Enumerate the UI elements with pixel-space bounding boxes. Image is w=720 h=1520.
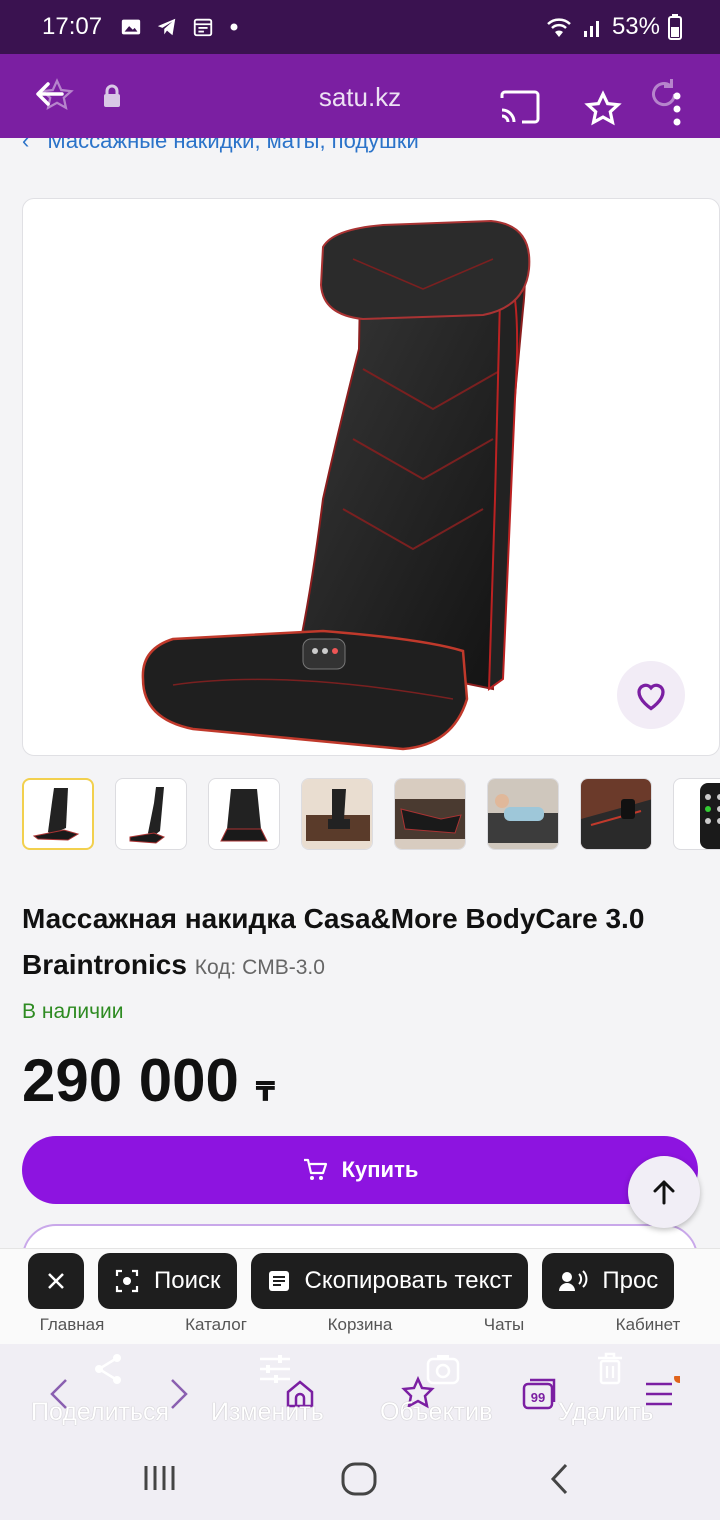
thumbnail[interactable] bbox=[22, 778, 94, 850]
thumbnail[interactable] bbox=[208, 778, 280, 850]
thumbnail[interactable] bbox=[673, 778, 720, 850]
buy-button[interactable]: Купить bbox=[22, 1136, 698, 1204]
menu-button[interactable] bbox=[670, 92, 684, 126]
copy-text-label: Скопировать текст bbox=[304, 1267, 513, 1294]
product-title: Массажная накидка Casa&More BodyCare 3.0… bbox=[22, 903, 645, 980]
nav-item-chats[interactable]: Чаты bbox=[449, 1315, 559, 1335]
speak-icon bbox=[559, 1270, 588, 1291]
product-image bbox=[141, 219, 531, 751]
heart-icon bbox=[637, 683, 665, 711]
status-right: 53% bbox=[544, 13, 682, 41]
favorite-page-button[interactable] bbox=[584, 90, 622, 128]
detail-photo-thumbnail bbox=[581, 779, 651, 849]
status-bar: 17:07 53% bbox=[0, 0, 720, 54]
copy-text-chip[interactable]: Скопировать текст bbox=[250, 1253, 529, 1309]
document-icon bbox=[268, 1271, 289, 1291]
action-bar: 99 Поделиться Изменить Объектив Удалить bbox=[0, 1344, 720, 1440]
thumbnail[interactable] bbox=[115, 778, 187, 850]
home-circle-icon bbox=[341, 1462, 377, 1496]
chevron-left-icon bbox=[550, 1463, 568, 1495]
more-vertical-icon bbox=[673, 92, 681, 126]
listen-chip-label: Прос bbox=[602, 1267, 659, 1294]
notification-icons bbox=[120, 16, 240, 38]
signal-icon bbox=[583, 21, 599, 37]
product-image-card[interactable] bbox=[22, 198, 720, 756]
nav-item-catalog[interactable]: Каталог bbox=[161, 1315, 271, 1335]
edit-label[interactable]: Изменить bbox=[211, 1398, 324, 1427]
scroll-to-top-button[interactable] bbox=[628, 1156, 700, 1228]
thumbnail-strip bbox=[22, 778, 720, 850]
price-value: 290 000 bbox=[22, 1047, 239, 1114]
product-code: Код: CMB-3.0 bbox=[194, 956, 325, 979]
lens-search-icon bbox=[115, 1269, 139, 1293]
svg-text:99: 99 bbox=[531, 1390, 545, 1405]
cast-button[interactable] bbox=[498, 90, 540, 124]
dot-icon bbox=[230, 23, 238, 31]
delete-label[interactable]: Удалить bbox=[558, 1398, 653, 1427]
cart-icon bbox=[303, 1158, 327, 1180]
chevron-left-icon: ‹ bbox=[22, 138, 30, 153]
sofa-photo-thumbnail bbox=[302, 779, 372, 849]
page-content: ‹ Массажные накидки, маты, подушки Масса… bbox=[0, 138, 720, 1248]
currency-symbol: ₸ bbox=[255, 1076, 276, 1107]
remote-thumbnail bbox=[700, 783, 720, 849]
thumbnail[interactable] bbox=[301, 778, 373, 850]
system-nav-bar bbox=[0, 1440, 720, 1520]
home-button[interactable] bbox=[340, 1462, 378, 1496]
browser-forward-icon[interactable] bbox=[168, 1376, 192, 1412]
lens-label[interactable]: Объектив bbox=[380, 1398, 492, 1427]
battery-icon bbox=[668, 14, 682, 40]
cast-icon bbox=[500, 90, 540, 124]
camera-lens-icon bbox=[426, 1355, 460, 1385]
mat-photo-thumbnail bbox=[395, 779, 465, 849]
trash-icon bbox=[598, 1352, 622, 1385]
thumbnail[interactable] bbox=[580, 778, 652, 850]
star-icon bbox=[584, 90, 622, 126]
buy-button-label: Купить bbox=[341, 1157, 419, 1182]
telegram-icon bbox=[157, 18, 176, 36]
thumbnail[interactable] bbox=[394, 778, 466, 850]
close-chips-button[interactable] bbox=[28, 1253, 84, 1309]
search-chip-label: Поиск bbox=[154, 1267, 221, 1294]
recent-apps-icon bbox=[144, 1466, 175, 1490]
product-title-block: Массажная накидка Casa&More BodyCare 3.0… bbox=[22, 896, 712, 991]
battery-percent: 53% bbox=[611, 13, 660, 40]
system-back-button[interactable] bbox=[548, 1462, 572, 1496]
gallery-icon bbox=[121, 19, 141, 35]
arrow-up-icon bbox=[653, 1180, 675, 1205]
secondary-action-button[interactable] bbox=[22, 1224, 698, 1248]
listen-chip[interactable]: Прос bbox=[542, 1253, 675, 1309]
person-photo-thumbnail bbox=[488, 779, 558, 849]
calendar-icon bbox=[193, 18, 213, 37]
share-label[interactable]: Поделиться bbox=[31, 1398, 169, 1427]
nav-item-home[interactable]: Главная bbox=[17, 1315, 127, 1335]
breadcrumb[interactable]: ‹ Массажные накидки, маты, подушки bbox=[22, 138, 419, 154]
browser-toolbar: satu.kz bbox=[0, 54, 720, 138]
share-icon bbox=[95, 1354, 121, 1384]
sliders-icon bbox=[260, 1355, 290, 1383]
nav-item-cart[interactable]: Корзина bbox=[305, 1315, 415, 1335]
thumbnail[interactable] bbox=[487, 778, 559, 850]
breadcrumb-label: Массажные накидки, маты, подушки bbox=[47, 138, 419, 153]
add-to-favorites-button[interactable] bbox=[617, 661, 685, 729]
close-icon bbox=[48, 1273, 64, 1289]
chair-side-thumbnail bbox=[129, 787, 166, 844]
search-chip[interactable]: Поиск bbox=[98, 1253, 237, 1309]
browser-tabs-icon[interactable]: 99 bbox=[520, 1376, 560, 1412]
chair-front-thumbnail bbox=[220, 789, 268, 842]
selection-chips: Поиск Скопировать текст Прос bbox=[28, 1253, 675, 1309]
wifi-icon bbox=[547, 18, 571, 37]
nav-item-account[interactable]: Кабинет bbox=[593, 1315, 703, 1335]
chair-thumbnail bbox=[32, 788, 80, 841]
recent-apps-button[interactable] bbox=[142, 1462, 176, 1494]
price: 290 000 ₸ bbox=[22, 1046, 275, 1115]
availability-status: В наличии bbox=[22, 1000, 124, 1023]
screen: 17:07 53% satu.kz ‹ Массажные накидки, м… bbox=[0, 0, 720, 1520]
status-time: 17:07 bbox=[42, 13, 103, 40]
